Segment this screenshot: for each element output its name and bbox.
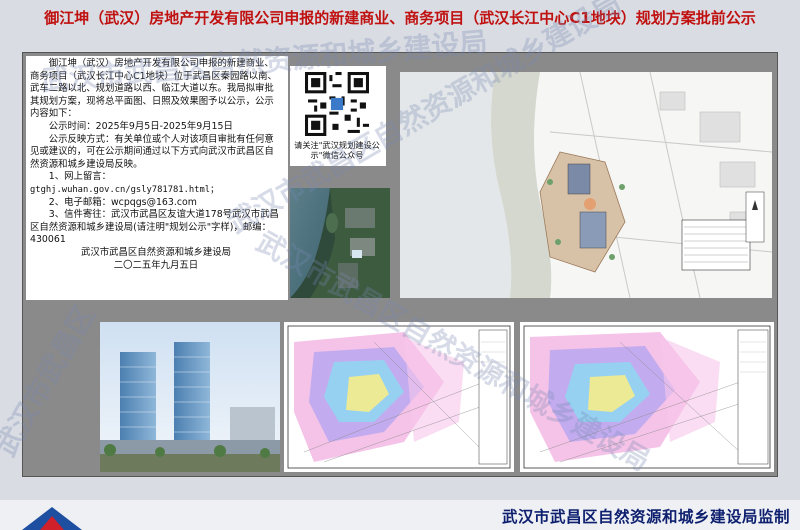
aerial-photo [290,188,390,298]
rendering-image [100,322,280,472]
qr-caption: 请关注"武汉规划建设公示"微信公众号 [294,140,380,160]
notice-item-3: 3、信件寄往：武汉市武昌区友谊大道178号武汉市武昌区自然资源和城乡建设局(请注… [30,209,279,246]
notice-feedback: 公示反映方式：有关单位或个人对该项目审批有任何意见或建议的，可在公示期间通过以下… [30,133,274,170]
notice-period: 公示时间：2025年9月5日-2025年9月15日 [48,120,233,132]
sunlight-map-2 [523,325,771,469]
logo-icon [22,507,82,530]
notice-item-1: 1、网上留言： [48,171,112,183]
notice-intro: 御江坤（武汉）房地产开发有限公司申报的新建商业、商务项目（武汉长江中心C1地块）… [30,58,277,120]
qr-code-icon [305,72,369,136]
footer-credit: 武汉市武昌区自然资源和城乡建设局监制 [501,508,790,526]
site-plan-drawing [400,72,772,298]
sunlight-map-1 [287,325,511,469]
notice-sign-org: 武汉市武昌区自然资源和城乡建设局 [80,246,231,258]
page-title: 御江坤（武汉）房地产开发有限公司申报的新建商业、商务项目（武汉长江中心C1地块）… [44,9,756,27]
notice-text: 御江坤（武汉）房地产开发有限公司申报的新建商业、商务项目（武汉长江中心C1地块）… [30,58,282,272]
notice-item-2: 2、电子邮箱：wcpqgs@163.com [48,196,197,208]
notice-url[interactable]: gtghj.wuhan.gov.cn/gsly781781.html； [30,184,282,197]
notice-sign-date: 二〇二五年九月五日 [113,259,199,271]
